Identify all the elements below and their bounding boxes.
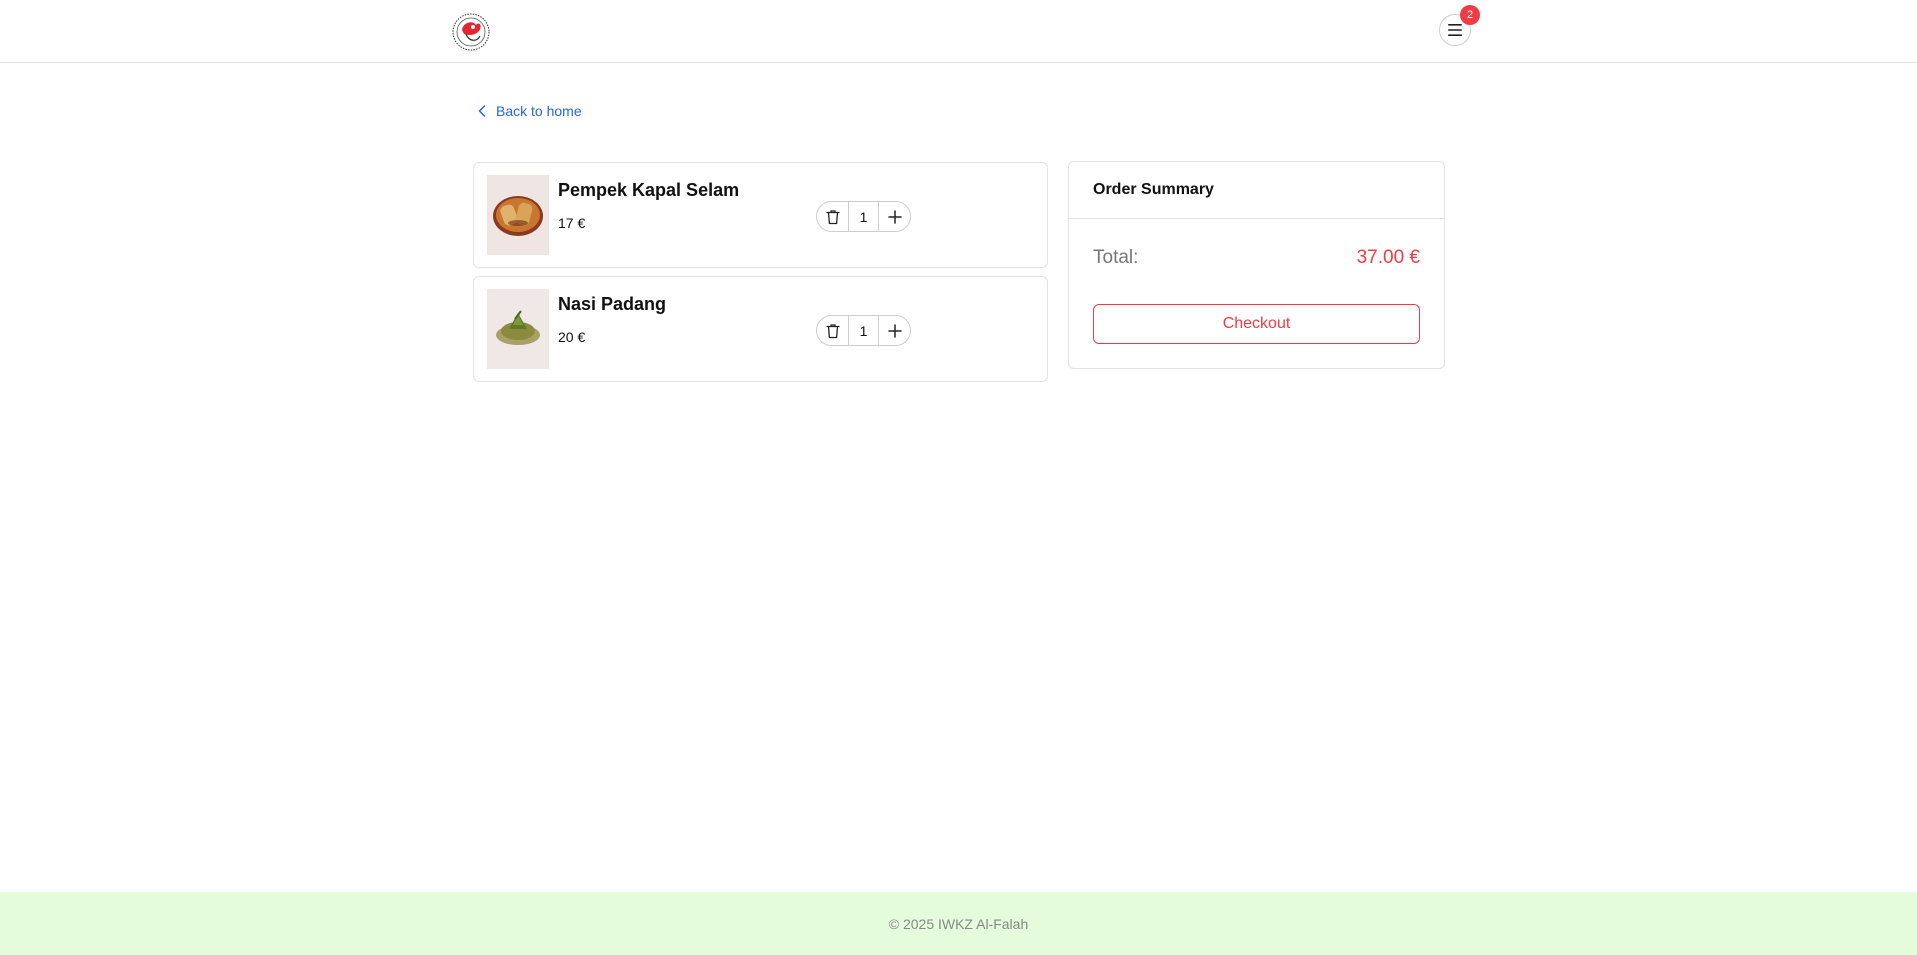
item-price: 20 € <box>558 329 586 345</box>
cart-count-badge: 2 <box>1460 5 1480 25</box>
total-label: Total: <box>1093 247 1139 268</box>
quantity-stepper: 1 <box>816 315 911 346</box>
chevron-left-icon <box>478 105 486 117</box>
item-price: 17 € <box>558 215 586 231</box>
back-link-label: Back to home <box>496 103 582 119</box>
copyright-text: © 2025 IWKZ Al-Falah <box>888 915 1029 932</box>
item-name: Nasi Padang <box>558 294 667 314</box>
item-name: Pempek Kapal Selam <box>558 180 740 200</box>
quantity-stepper: 1 <box>816 201 911 232</box>
top-header: 2 <box>0 0 1917 63</box>
restaurant-logo-icon <box>452 13 490 51</box>
hamburger-menu-icon <box>1448 24 1462 36</box>
cart-item: Pempek Kapal Selam 17 € 1 <box>473 162 1048 268</box>
quantity-value: 1 <box>848 202 879 231</box>
back-to-home-link[interactable]: Back to home <box>478 100 582 122</box>
cart-item: Nasi Padang 20 € 1 <box>473 276 1048 382</box>
item-image <box>487 175 549 255</box>
increase-quantity-button[interactable] <box>879 202 910 231</box>
increase-quantity-button[interactable] <box>879 316 910 345</box>
plus-icon <box>887 323 902 338</box>
pempek-dish-image <box>487 175 549 255</box>
plus-icon <box>887 209 902 224</box>
nasi-padang-dish-image <box>487 289 549 369</box>
order-summary-title: Order Summary <box>1069 162 1444 219</box>
logo[interactable] <box>449 12 493 52</box>
order-summary-card: Order Summary Total: 37.00 € Checkout <box>1068 161 1445 369</box>
checkout-button[interactable]: Checkout <box>1093 304 1420 344</box>
delete-item-button[interactable] <box>817 202 848 231</box>
total-value: 37.00 € <box>1356 247 1420 268</box>
trash-icon <box>825 323 840 338</box>
quantity-value: 1 <box>848 316 879 345</box>
delete-item-button[interactable] <box>817 316 848 345</box>
footer: © 2025 IWKZ Al-Falah <box>0 892 1917 955</box>
trash-icon <box>825 209 840 224</box>
item-image <box>487 289 549 369</box>
